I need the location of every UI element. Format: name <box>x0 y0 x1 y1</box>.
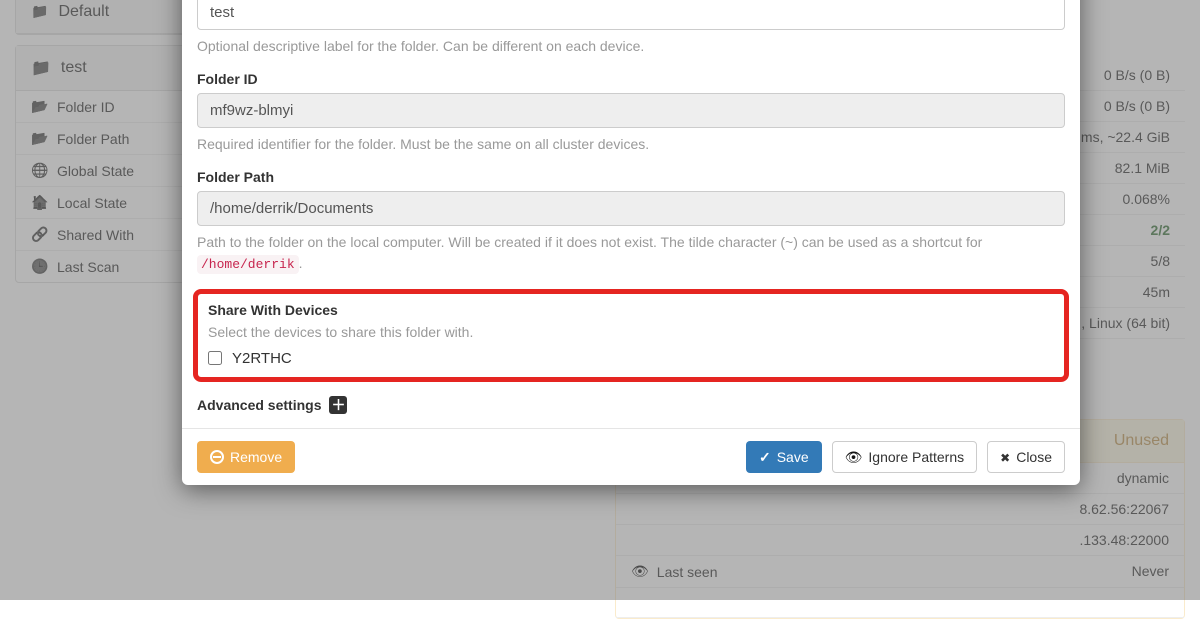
remove-button-label: Remove <box>230 449 282 466</box>
share-with-devices-highlight: Share With Devices Select the devices to… <box>193 289 1069 382</box>
edit-folder-modal: Optional descriptive label for the folde… <box>182 0 1080 485</box>
folder-id-help: Required identifier for the folder. Must… <box>197 134 1065 155</box>
close-button-label: Close <box>1016 449 1052 466</box>
folder-id-input[interactable] <box>197 93 1065 128</box>
home-path-code: /home/derrik <box>197 255 299 274</box>
folder-label-help: Optional descriptive label for the folde… <box>197 36 1065 57</box>
ignore-patterns-button[interactable]: Ignore Patterns <box>832 441 978 474</box>
minus-circle-icon <box>210 450 224 464</box>
share-with-help: Select the devices to share this folder … <box>208 324 1054 340</box>
save-button[interactable]: Save <box>746 441 822 474</box>
save-button-label: Save <box>777 449 809 466</box>
folder-path-input[interactable] <box>197 191 1065 226</box>
plus-icon: ＋ <box>329 396 347 414</box>
share-device-label: Y2RTHC <box>232 350 292 367</box>
folder-label-input[interactable] <box>197 0 1065 30</box>
share-device-row[interactable]: Y2RTHC <box>208 350 1054 367</box>
check-icon <box>759 449 771 466</box>
close-button[interactable]: Close <box>987 441 1065 474</box>
share-device-checkbox[interactable] <box>208 351 222 365</box>
remove-button[interactable]: Remove <box>197 441 295 474</box>
close-icon <box>1000 449 1010 466</box>
folder-path-help: Path to the folder on the local computer… <box>197 232 1065 275</box>
ignore-patterns-label: Ignore Patterns <box>868 449 964 466</box>
advanced-settings-toggle[interactable]: Advanced settings ＋ <box>197 396 1065 414</box>
advanced-settings-label: Advanced settings <box>197 397 321 413</box>
folder-id-label: Folder ID <box>197 71 1065 87</box>
share-with-title: Share With Devices <box>208 302 1054 318</box>
eye-slash-icon <box>845 449 863 466</box>
folder-path-label: Folder Path <box>197 169 1065 185</box>
